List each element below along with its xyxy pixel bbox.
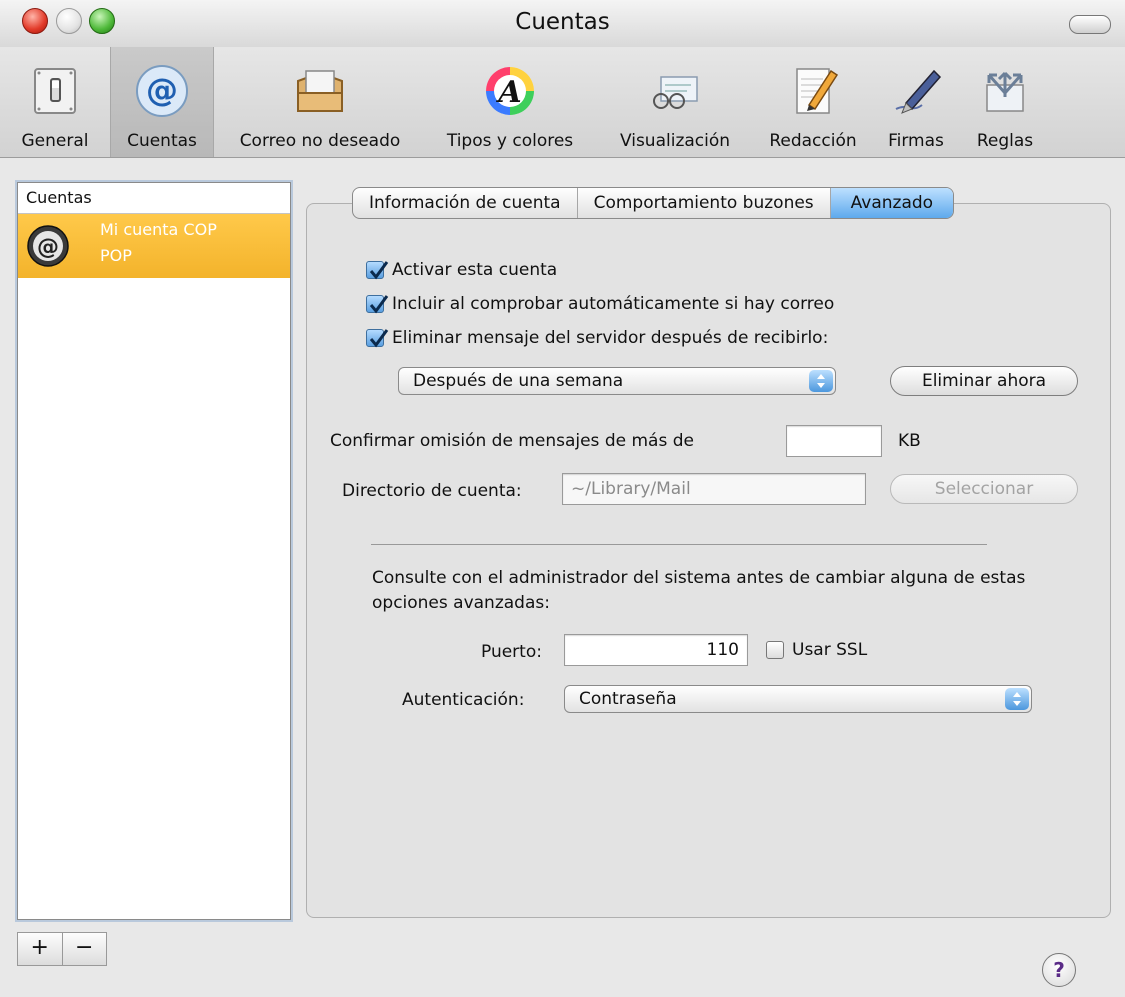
svg-text:A: A	[495, 75, 521, 110]
window-title: Cuentas	[515, 9, 610, 35]
account-dir-label: Directorio de cuenta:	[342, 481, 522, 501]
admin-note: Consulte con el administrador del sistem…	[372, 568, 1026, 613]
confirm-size-field[interactable]	[786, 425, 882, 457]
light-switch-icon	[34, 68, 76, 114]
enable-account-checkbox[interactable]: Activar esta cuenta	[366, 257, 557, 283]
toolbar-label: General	[21, 131, 89, 151]
toolbar-item-tipos-y-colores[interactable]: A Tipos y colores	[430, 47, 590, 157]
junk-mail-icon	[297, 70, 343, 112]
toolbar-label: Redacción	[769, 131, 857, 151]
delete-from-server-checkbox[interactable]: Eliminar mensaje del servidor después de…	[366, 325, 828, 351]
auth-value: Contraseña	[579, 689, 677, 709]
pencil-paper-icon	[796, 68, 839, 114]
toolbar-label: Firmas	[888, 131, 944, 151]
account-at-icon: @	[27, 225, 69, 267]
help-button[interactable]: ?	[1042, 953, 1076, 987]
toolbar-item-visualizacion[interactable]: Visualización	[602, 47, 748, 157]
accounts-list-header: Cuentas	[18, 183, 290, 214]
toolbar-item-cuentas[interactable]: @ Cuentas	[110, 47, 214, 157]
add-account-button[interactable]: +	[18, 933, 62, 965]
toolbar-item-firmas[interactable]: Firmas	[876, 47, 956, 157]
delete-now-button[interactable]: Eliminar ahora	[890, 366, 1078, 396]
remove-account-button[interactable]: −	[61, 933, 107, 965]
font-color-wheel-icon: A	[486, 67, 534, 115]
checkbox-box	[766, 641, 784, 659]
toolbar-label: Cuentas	[127, 131, 197, 151]
select-directory-button[interactable]: Seleccionar	[890, 474, 1078, 504]
toolbar-item-redaccion[interactable]: Redacción	[756, 47, 870, 157]
checkmark-icon	[369, 261, 389, 280]
toolbar-label: Correo no deseado	[239, 131, 401, 151]
tab-comportamiento-buzones[interactable]: Comportamiento buzones	[578, 188, 831, 218]
toolbar-item-reglas[interactable]: Reglas	[964, 47, 1046, 157]
checkmark-icon	[369, 329, 389, 348]
checkmark-icon	[369, 295, 389, 314]
delete-from-server-label: Eliminar mensaje del servidor después de…	[392, 328, 829, 348]
account-tabs: Información de cuenta Comportamiento buz…	[352, 187, 955, 219]
toolbar-item-general[interactable]: General	[12, 47, 98, 157]
toolbar-toggle-button[interactable]	[1069, 15, 1111, 34]
include-auto-check-label: Incluir al comprobar automáticamente si …	[392, 294, 835, 314]
checkbox-box	[366, 295, 389, 314]
account-add-remove: + −	[17, 932, 107, 966]
rules-arrows-icon	[986, 71, 1024, 112]
toolbar-label: Reglas	[976, 131, 1034, 151]
at-sign-icon: @	[136, 65, 188, 117]
glasses-letter-icon	[653, 76, 698, 109]
include-auto-check-checkbox[interactable]: Incluir al comprobar automáticamente si …	[366, 291, 834, 317]
toolbar-item-correo-no-deseado[interactable]: Correo no deseado	[222, 47, 418, 157]
preferences-toolbar: General @ Cuentas Correo no deseado A Ti…	[0, 47, 1125, 158]
use-ssl-label: Usar SSL	[792, 640, 868, 660]
auth-label: Autenticación:	[402, 690, 525, 710]
account-dir-field[interactable]	[562, 473, 866, 505]
port-field[interactable]	[564, 634, 748, 666]
delete-schedule-popup[interactable]: Después de una semana	[398, 367, 836, 395]
account-row[interactable]: @ Mi cuenta COP POP	[18, 214, 290, 278]
toolbar-label: Visualización	[619, 131, 731, 151]
section-divider	[371, 544, 987, 545]
toolbar-label: Tipos y colores	[446, 131, 574, 151]
delete-schedule-value: Después de una semana	[413, 371, 624, 391]
svg-text:@: @	[37, 235, 59, 260]
checkbox-box	[366, 261, 389, 280]
account-name: Mi cuenta COP	[100, 220, 217, 239]
tab-informacion-de-cuenta[interactable]: Información de cuenta	[353, 188, 578, 218]
confirm-size-unit: KB	[898, 431, 921, 451]
accounts-list: Cuentas @ Mi cuenta COP POP	[17, 182, 291, 920]
use-ssl-checkbox[interactable]: Usar SSL	[766, 637, 867, 663]
fountain-pen-icon	[895, 69, 942, 114]
confirm-size-label: Confirmar omisión de mensajes de más de	[330, 431, 694, 451]
popup-arrows-icon	[1005, 688, 1029, 710]
checkbox-box	[366, 329, 389, 348]
title-bar: Cuentas	[0, 0, 1125, 48]
svg-text:@: @	[146, 71, 178, 109]
auth-popup[interactable]: Contraseña	[564, 685, 1032, 713]
account-type: POP	[100, 246, 132, 265]
port-label: Puerto:	[481, 642, 542, 662]
tab-avanzado[interactable]: Avanzado	[830, 188, 954, 218]
popup-arrows-icon	[809, 370, 833, 392]
enable-account-label: Activar esta cuenta	[392, 260, 558, 280]
